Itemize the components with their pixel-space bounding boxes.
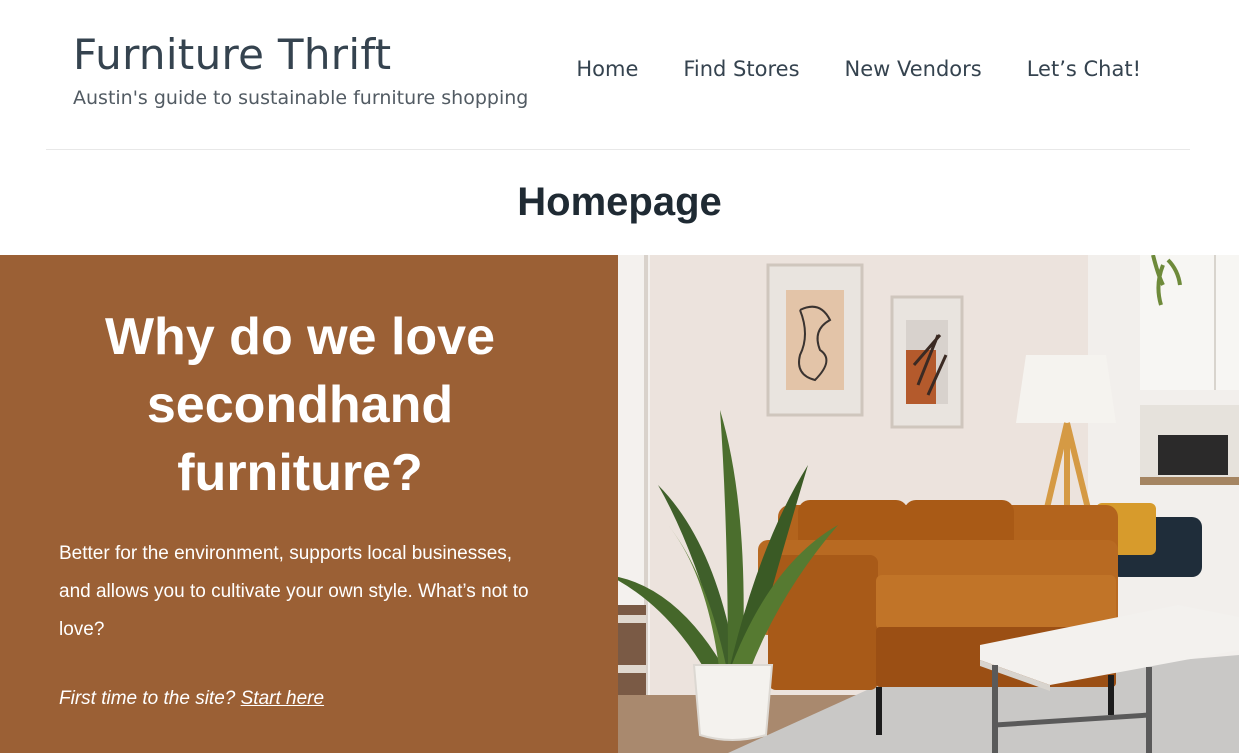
- branding: Furniture Thrift Austin's guide to susta…: [73, 28, 528, 112]
- site-header: Furniture Thrift Austin's guide to susta…: [0, 0, 1239, 150]
- photo-plant-pot: [692, 664, 774, 741]
- hero-photo-living-room: [618, 255, 1239, 753]
- header-divider: [46, 149, 1190, 150]
- photo-cabinets: [1140, 255, 1239, 390]
- hero-cta-prefix: First time to the site?: [59, 688, 236, 709]
- hero-heading-line-2: secondhand: [146, 376, 454, 434]
- site-tagline: Austin's guide to sustainable furniture …: [73, 87, 529, 109]
- photo-art-frame-2: [890, 295, 964, 429]
- hero-text-panel: Why do we love secondhand furniture? Bet…: [0, 255, 618, 753]
- nav-item-home[interactable]: Home: [576, 55, 638, 83]
- nav-item-find-stores[interactable]: Find Stores: [683, 55, 799, 83]
- hero-section: Why do we love secondhand furniture? Bet…: [0, 255, 1239, 753]
- hero-cta: First time to the site? Start here: [59, 683, 324, 715]
- hero-heading: Why do we love secondhand furniture?: [40, 303, 560, 507]
- site-title[interactable]: Furniture Thrift: [73, 28, 528, 82]
- hero-body-text: Better for the environment, supports loc…: [59, 543, 529, 640]
- photo-art-frame-1: [766, 263, 864, 417]
- start-here-link[interactable]: Start here: [241, 688, 324, 709]
- hero-heading-line-3: furniture?: [177, 444, 423, 502]
- nav-item-lets-chat[interactable]: Let’s Chat!: [1027, 55, 1141, 83]
- hero-heading-line-1: Why do we love: [104, 308, 496, 366]
- main-nav: Home Find Stores New Vendors Let’s Chat!: [576, 55, 1141, 83]
- nav-item-new-vendors[interactable]: New Vendors: [845, 55, 982, 83]
- page-title: Homepage: [517, 180, 722, 224]
